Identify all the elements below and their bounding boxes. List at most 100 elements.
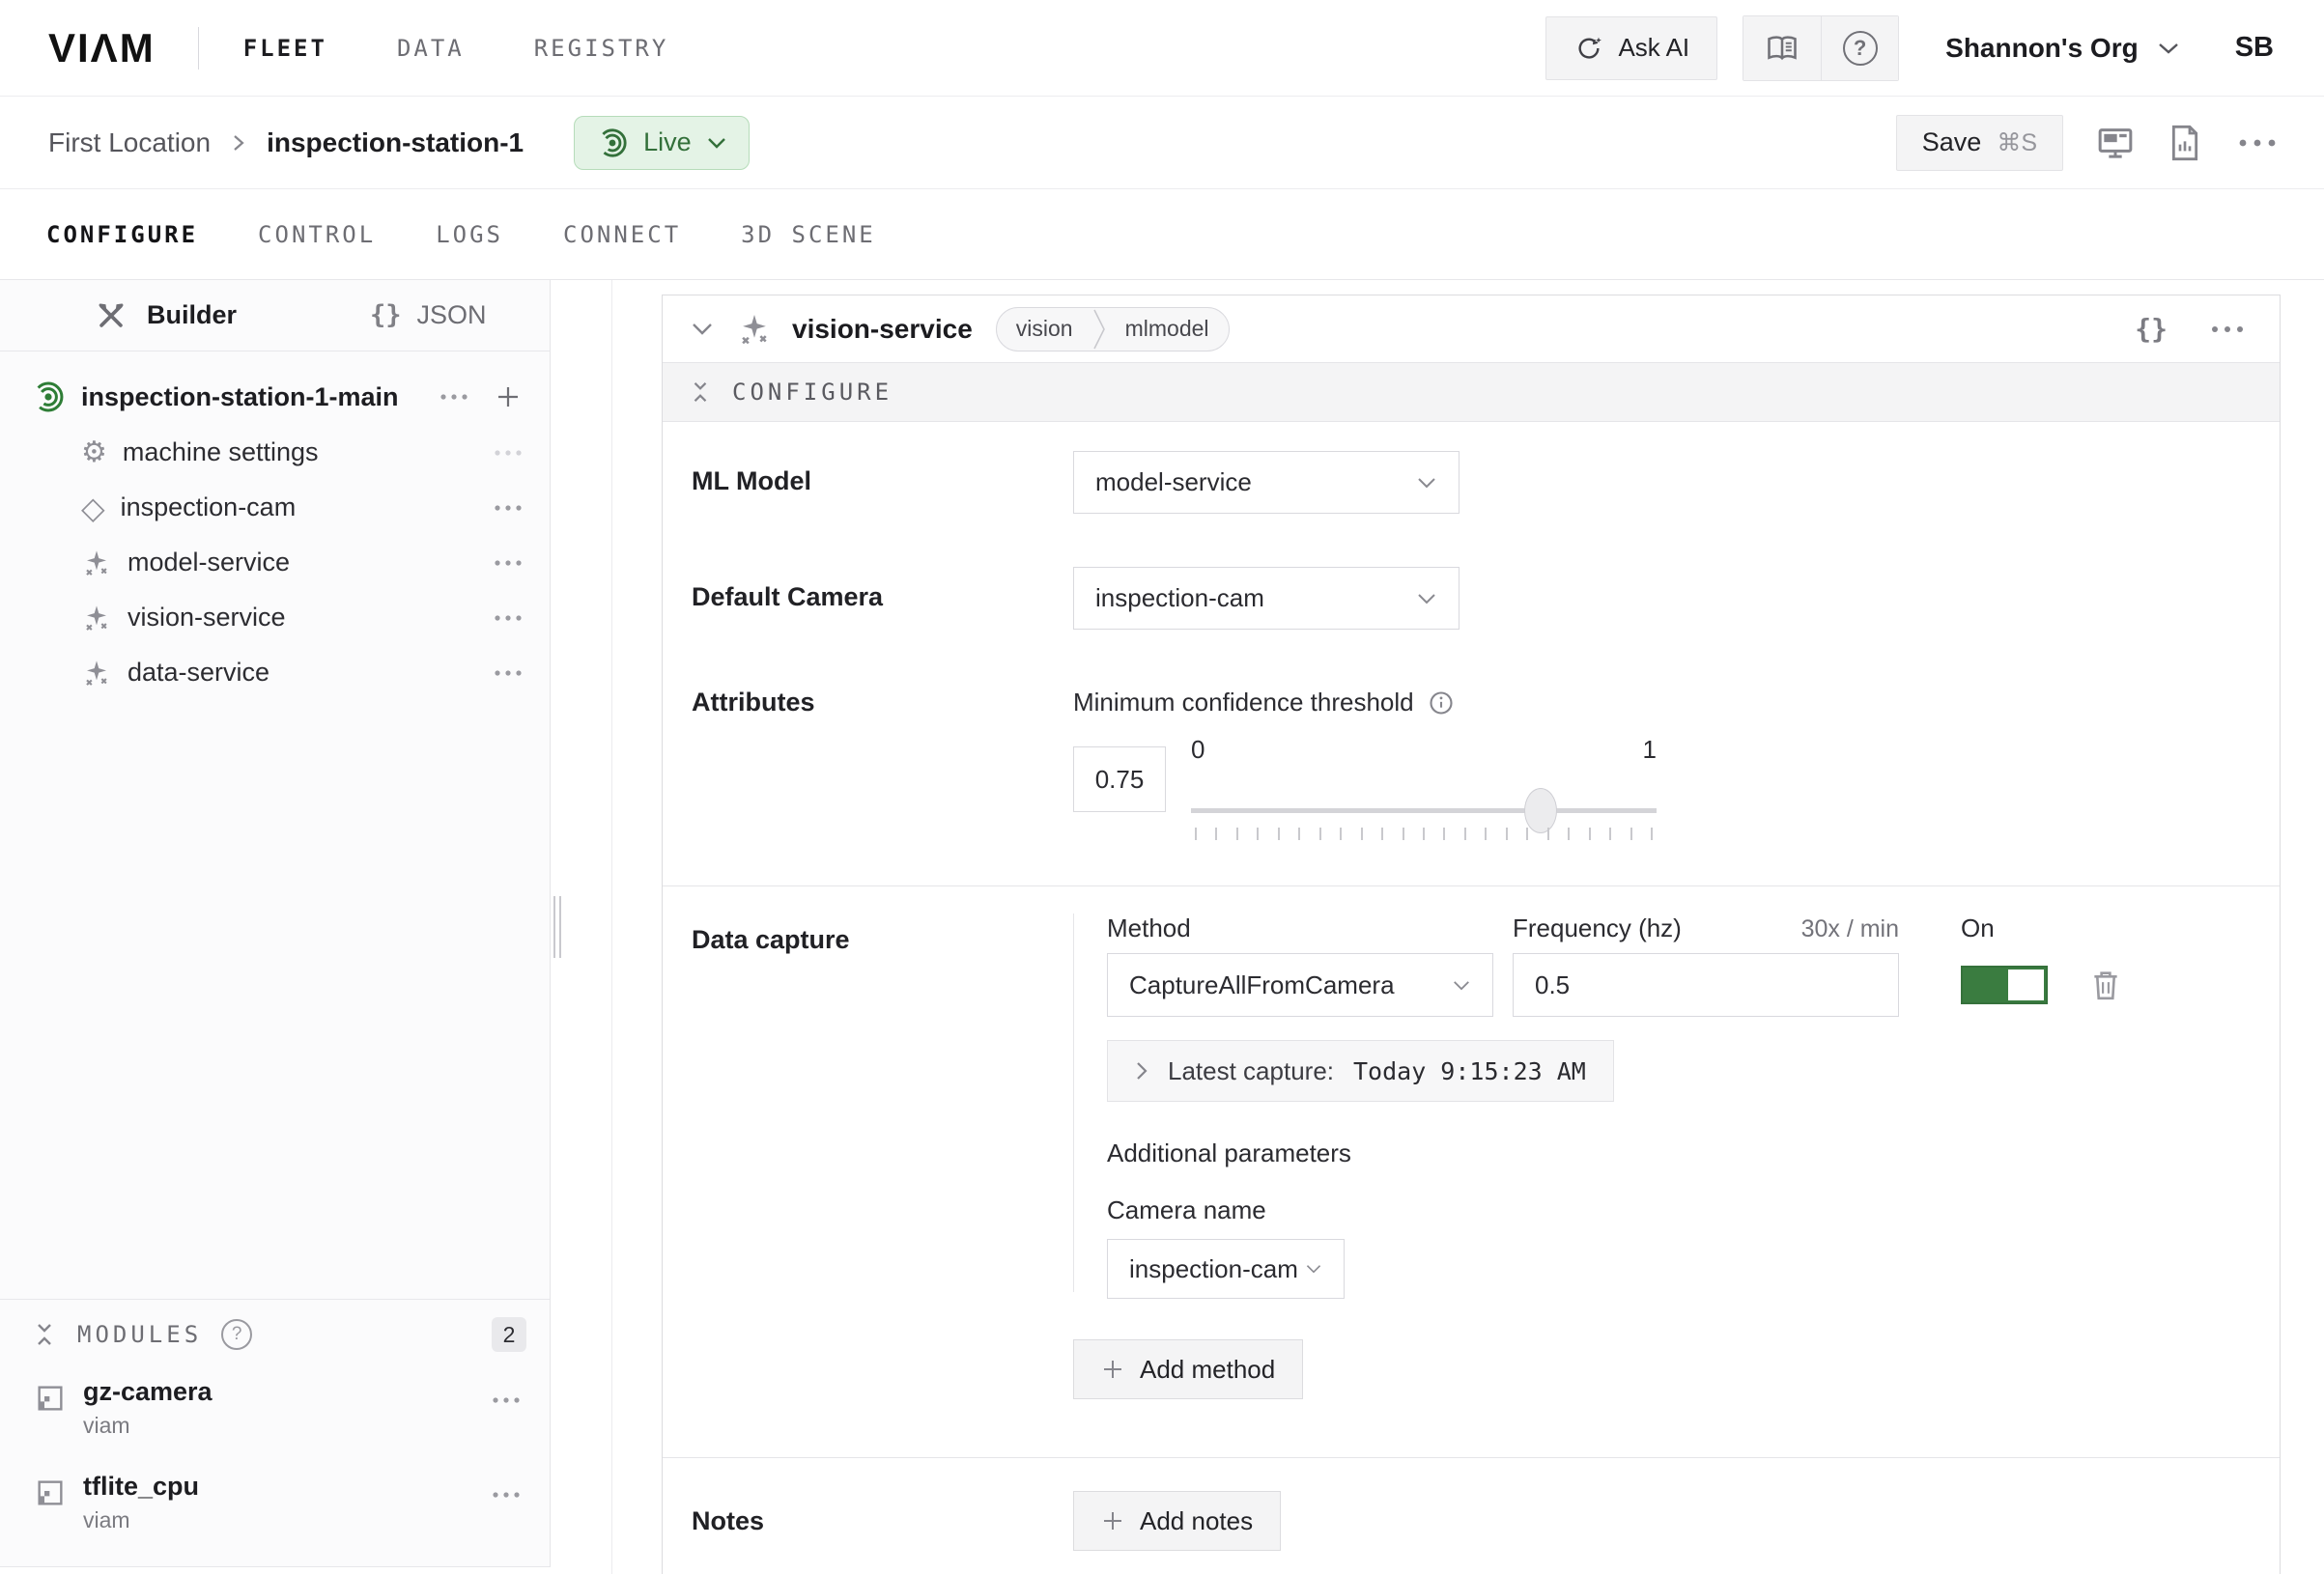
avatar[interactable]: SB (2235, 32, 2274, 64)
attributes-label: Attributes (663, 688, 1073, 717)
live-status-badge[interactable]: Live (574, 116, 750, 170)
nav-registry[interactable]: REGISTRY (534, 35, 669, 62)
item-more-icon[interactable] (494, 504, 523, 512)
docs-button[interactable] (1743, 16, 1821, 80)
module-more-icon[interactable] (492, 1396, 521, 1404)
camera-name-select[interactable]: inspection-cam (1107, 1239, 1345, 1299)
module-row-gz-camera[interactable]: gz-camera viam (0, 1360, 550, 1454)
org-switcher[interactable]: Shannon's Org (1945, 33, 2181, 64)
method-label: Method (1107, 913, 1493, 943)
modules-header: MODULES ? 2 (0, 1300, 550, 1360)
add-method-button[interactable]: Add method (1073, 1339, 1303, 1399)
builder-mode-toggle[interactable]: Builder (95, 299, 237, 332)
component-tree: inspection-station-1-main ⚙ machine sett… (0, 351, 550, 700)
module-org: viam (83, 1507, 199, 1533)
item-more-icon[interactable] (494, 449, 523, 457)
info-icon[interactable] (1428, 689, 1455, 717)
modules-help-icon[interactable]: ? (221, 1319, 252, 1350)
sidebar-item-data-service[interactable]: data-service (0, 645, 550, 700)
sidebar-item-label: machine settings (123, 437, 319, 467)
module-row-tflite-cpu[interactable]: tflite_cpu viam (0, 1454, 550, 1566)
divider (611, 280, 612, 1574)
slider-max-label: 1 (1643, 735, 1657, 765)
item-more-icon[interactable] (494, 669, 523, 677)
sidebar-item-vision-service[interactable]: vision-service (0, 590, 550, 645)
json-label: JSON (417, 300, 487, 330)
sidebar-resize-handle[interactable] (553, 896, 565, 963)
help-button[interactable]: ? (1821, 16, 1898, 80)
default-camera-select[interactable]: inspection-cam (1073, 567, 1460, 630)
default-camera-value: inspection-cam (1095, 583, 1264, 613)
threshold-input[interactable] (1073, 746, 1166, 812)
ml-model-select[interactable]: model-service (1073, 451, 1460, 514)
machine-dashboard-icon[interactable] (2096, 124, 2135, 162)
tab-3d-scene[interactable]: 3D SCENE (741, 221, 876, 248)
gear-icon: ⚙ (81, 436, 107, 469)
threshold-slider[interactable]: 0 1 (1191, 735, 1657, 843)
sidebar-item-label: model-service (128, 548, 290, 577)
machine-more-icon[interactable] (2237, 137, 2278, 149)
capture-on-toggle[interactable] (1961, 966, 2048, 1004)
card-json-icon[interactable]: {} (2135, 313, 2168, 345)
viam-logo[interactable]: VIΛM (48, 25, 156, 71)
tree-root-machine[interactable]: inspection-station-1-main (0, 369, 550, 425)
configure-section-bar: CONFIGURE (663, 362, 2280, 422)
nav-fleet[interactable]: FLEET (243, 35, 327, 62)
slider-thumb[interactable] (1524, 788, 1557, 833)
config-sidebar: Builder {} JSON inspection-station-1-mai… (0, 280, 551, 1567)
latest-capture-expander[interactable]: Latest capture: Today 9:15:23 AM (1107, 1040, 1614, 1102)
capture-rate-text: 30x / min (1801, 915, 1899, 943)
service-sparkles-icon (81, 548, 112, 578)
tag-mlmodel: mlmodel (1106, 316, 1229, 342)
add-component-icon[interactable] (496, 384, 521, 409)
ml-model-label: ML Model (663, 451, 1073, 496)
nav-data[interactable]: DATA (397, 35, 465, 62)
machine-part-name: inspection-station-1-main (81, 382, 399, 412)
frequency-label: Frequency (hz) (1513, 913, 1682, 943)
machine-report-icon[interactable] (2168, 124, 2202, 162)
divider (198, 27, 199, 70)
tab-logs[interactable]: LOGS (436, 221, 503, 248)
item-more-icon[interactable] (494, 614, 523, 622)
collapse-icon[interactable] (33, 1319, 56, 1350)
org-name: Shannon's Org (1945, 33, 2139, 64)
builder-json-switch: Builder {} JSON (0, 280, 550, 351)
frequency-input[interactable] (1513, 953, 1899, 1017)
chevron-right-icon (1135, 1060, 1148, 1082)
sidebar-item-label: data-service (128, 658, 269, 688)
service-name: vision-service (792, 314, 973, 345)
camera-name-label: Camera name (1107, 1195, 2280, 1225)
item-more-icon[interactable] (494, 559, 523, 567)
module-more-icon[interactable] (492, 1491, 521, 1499)
tab-control[interactable]: CONTROL (258, 221, 376, 248)
slider-ticks (1195, 828, 1653, 840)
capture-method-value: CaptureAllFromCamera (1129, 970, 1395, 1000)
slider-track[interactable] (1191, 808, 1657, 813)
ask-ai-button[interactable]: Ask AI (1545, 16, 1717, 80)
trash-icon[interactable] (2090, 968, 2121, 1002)
chevron-down-icon (1416, 592, 1437, 605)
breadcrumb-machine-name: inspection-station-1 (267, 127, 524, 158)
collapse-icon[interactable] (690, 378, 711, 407)
service-sparkles-icon (81, 658, 112, 689)
part-more-icon[interactable] (439, 393, 468, 401)
tools-icon (95, 299, 128, 332)
sidebar-item-model-service[interactable]: model-service (0, 535, 550, 590)
breadcrumb-location[interactable]: First Location (48, 127, 211, 158)
json-mode-toggle[interactable]: {} JSON (370, 300, 487, 330)
tab-connect[interactable]: CONNECT (563, 221, 681, 248)
add-notes-button[interactable]: Add notes (1073, 1491, 1281, 1551)
collapse-chevron-icon[interactable] (690, 322, 715, 337)
tag-vision: vision (997, 316, 1092, 342)
card-more-icon[interactable] (2210, 324, 2245, 334)
capture-method-select[interactable]: CaptureAllFromCamera (1107, 953, 1493, 1017)
toggle-label: On (1961, 913, 1995, 943)
sidebar-item-inspection-cam[interactable]: ◇ inspection-cam (0, 480, 550, 535)
tab-configure[interactable]: CONFIGURE (46, 221, 198, 248)
save-button[interactable]: Save ⌘S (1896, 115, 2063, 171)
modules-panel: MODULES ? 2 gz-camera viam (0, 1299, 550, 1566)
ask-ai-icon (1573, 33, 1604, 64)
threshold-label: Minimum confidence threshold (1073, 688, 1657, 717)
sidebar-item-machine-settings[interactable]: ⚙ machine settings (0, 425, 550, 480)
machine-part-icon (31, 379, 66, 414)
